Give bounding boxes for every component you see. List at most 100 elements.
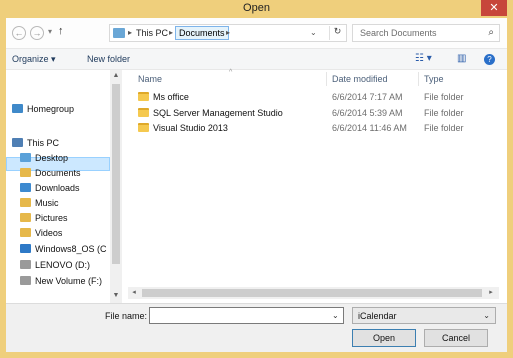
file-name: Ms office bbox=[153, 92, 189, 102]
new-folder-button[interactable]: New folder bbox=[87, 54, 130, 64]
documents-folder-icon bbox=[20, 168, 31, 177]
file-list-horizontal-scrollbar[interactable]: ◂ ▸ bbox=[128, 287, 499, 299]
close-icon: ✕ bbox=[489, 2, 499, 14]
sidebar-item-label: Windows8_OS (C bbox=[35, 244, 107, 254]
desktop-folder-icon bbox=[20, 153, 31, 162]
cancel-button[interactable]: Cancel bbox=[424, 329, 488, 347]
file-name-label: File name: bbox=[105, 311, 148, 321]
drive-icon bbox=[20, 260, 31, 269]
scroll-up-icon[interactable]: ▲ bbox=[110, 72, 122, 79]
sidebar-item-label: This PC bbox=[27, 138, 60, 148]
address-row: ← → ▾ ↑ ▸ This PC ▸ Documents ▸ ⌄ ↻ Sear… bbox=[6, 18, 507, 48]
scroll-right-icon[interactable]: ▸ bbox=[486, 288, 496, 296]
sidebar-item-pictures[interactable]: Pictures bbox=[20, 213, 68, 225]
nav-scroll-thumb[interactable] bbox=[112, 84, 120, 264]
navigation-pane: Homegroup This PC Desktop Documents Download… bbox=[6, 70, 128, 303]
file-type-value: iCalendar bbox=[358, 311, 397, 321]
folder-icon bbox=[138, 92, 149, 101]
sidebar-item-label: Pictures bbox=[35, 213, 68, 223]
file-name: SQL Server Management Studio bbox=[153, 107, 283, 118]
downloads-folder-icon bbox=[20, 183, 31, 192]
sidebar-item-documents[interactable]: Documents bbox=[20, 168, 81, 180]
sidebar-item-label: LENOVO (D:) bbox=[35, 260, 91, 270]
sidebar-item-homegroup[interactable]: Homegroup bbox=[12, 104, 74, 116]
sidebar-item-label: Downloads bbox=[35, 183, 80, 193]
open-button[interactable]: Open bbox=[352, 329, 416, 347]
sidebar-item-label: Videos bbox=[35, 228, 63, 238]
file-row[interactable]: Visual Studio 2013 6/6/2014 11:46 AM File … bbox=[138, 121, 498, 135]
file-type-select[interactable]: iCalendar ⌄ bbox=[352, 307, 496, 324]
file-row[interactable]: Ms office 6/6/2014 7:17 AM File folder bbox=[138, 90, 498, 104]
chevron-right-icon: ▸ bbox=[169, 28, 174, 37]
toolbar: Organize ▾ New folder ☷ ▾ ▥ ? bbox=[6, 48, 507, 70]
chevron-down-icon: ⌄ bbox=[483, 311, 490, 320]
pictures-folder-icon bbox=[20, 213, 31, 222]
breadcrumb-this-pc[interactable]: This PC bbox=[136, 28, 168, 38]
sort-indicator-icon: ^ bbox=[229, 69, 233, 76]
music-folder-icon bbox=[20, 198, 31, 207]
windows-drive-icon bbox=[20, 244, 31, 253]
scroll-left-icon[interactable]: ◂ bbox=[129, 288, 139, 296]
column-header-date[interactable]: Date modified bbox=[332, 74, 388, 84]
sidebar-item-lenovo-d[interactable]: LENOVO (D:) bbox=[20, 260, 90, 272]
title-bar[interactable]: Open ✕ bbox=[0, 0, 513, 18]
sidebar-item-label: Documents bbox=[35, 168, 81, 178]
file-type: File folder bbox=[424, 92, 464, 102]
file-type: File folder bbox=[424, 123, 464, 133]
file-name-input[interactable] bbox=[149, 307, 344, 324]
chevron-right-icon[interactable]: ▸ bbox=[226, 28, 230, 37]
nav-scrollbar[interactable]: ▲ ▼ bbox=[110, 70, 122, 303]
drive-icon bbox=[20, 276, 31, 285]
up-arrow-icon: ↑ bbox=[58, 25, 64, 37]
sidebar-item-desktop[interactable]: Desktop bbox=[20, 153, 68, 165]
file-name: Visual Studio 2013 bbox=[153, 123, 228, 133]
file-date-modified: 6/6/2014 7:17 AM bbox=[332, 92, 403, 102]
sidebar-item-label: New Volume (F:) bbox=[35, 276, 103, 286]
search-box[interactable]: Search Documents ⌕ bbox=[352, 24, 500, 42]
file-row[interactable]: SQL Server Management Studio 6/6/2014 5:3… bbox=[138, 106, 498, 120]
organize-button[interactable]: Organize ▾ bbox=[12, 54, 56, 65]
sidebar-item-music[interactable]: Music bbox=[20, 198, 59, 210]
folder-icon bbox=[138, 107, 149, 117]
file-selection-area: File name: ⌄ iCalendar ⌄ Open Cancel bbox=[6, 303, 507, 352]
sidebar-item-label: Music bbox=[35, 198, 59, 208]
sidebar-item-windows8-os-c[interactable]: Windows8_OS (C bbox=[20, 244, 107, 256]
column-header-type[interactable]: Type bbox=[424, 74, 444, 84]
address-dropdown-icon[interactable]: ⌄ bbox=[310, 28, 317, 37]
horizontal-scroll-thumb[interactable] bbox=[142, 289, 482, 297]
column-divider[interactable] bbox=[326, 72, 327, 86]
column-header-name[interactable]: Name bbox=[138, 74, 162, 84]
preview-pane-icon[interactable]: ▥ bbox=[457, 53, 466, 64]
this-pc-icon bbox=[113, 28, 125, 38]
sidebar-item-label: Homegroup bbox=[27, 104, 75, 114]
sidebar-item-videos[interactable]: Videos bbox=[20, 228, 62, 240]
search-icon[interactable]: ⌕ bbox=[488, 27, 494, 38]
help-icon[interactable]: ? bbox=[484, 54, 495, 65]
sidebar-item-downloads[interactable]: Downloads bbox=[20, 183, 80, 195]
forward-button[interactable]: → bbox=[30, 26, 44, 40]
column-divider[interactable] bbox=[418, 72, 419, 86]
search-input[interactable]: Search Documents bbox=[360, 28, 437, 38]
forward-arrow-icon: → bbox=[32, 28, 42, 38]
change-view-icon[interactable]: ☷ ▾ bbox=[415, 53, 432, 64]
close-button[interactable]: ✕ bbox=[481, 0, 507, 16]
back-button[interactable]: ← bbox=[12, 26, 26, 40]
videos-folder-icon bbox=[20, 228, 31, 237]
dialog-title: Open bbox=[243, 2, 270, 14]
refresh-icon: ↻ bbox=[333, 26, 342, 36]
chevron-right-icon: ▸ bbox=[128, 28, 133, 37]
breadcrumb-documents[interactable]: Documents bbox=[175, 26, 229, 40]
refresh-button[interactable]: ↻ bbox=[329, 26, 345, 40]
file-type: File folder bbox=[424, 107, 464, 118]
sidebar-item-label: Desktop bbox=[35, 153, 69, 163]
recent-locations-button[interactable]: ▾ bbox=[48, 27, 52, 36]
scroll-down-icon[interactable]: ▼ bbox=[110, 292, 122, 299]
homegroup-icon bbox=[12, 104, 23, 113]
chevron-down-icon: ▾ bbox=[48, 27, 53, 36]
up-button[interactable]: ↑ bbox=[58, 25, 64, 37]
sidebar-item-new-volume-f[interactable]: New Volume (F:) bbox=[20, 276, 102, 288]
dialog-body: ← → ▾ ↑ ▸ This PC ▸ Documents ▸ ⌄ ↻ Sear… bbox=[6, 18, 507, 352]
address-bar[interactable]: ▸ This PC ▸ Documents ▸ ⌄ ↻ bbox=[109, 24, 347, 42]
file-name-dropdown-icon[interactable]: ⌄ bbox=[332, 311, 339, 320]
sidebar-item-this-pc[interactable]: This PC bbox=[12, 138, 59, 150]
